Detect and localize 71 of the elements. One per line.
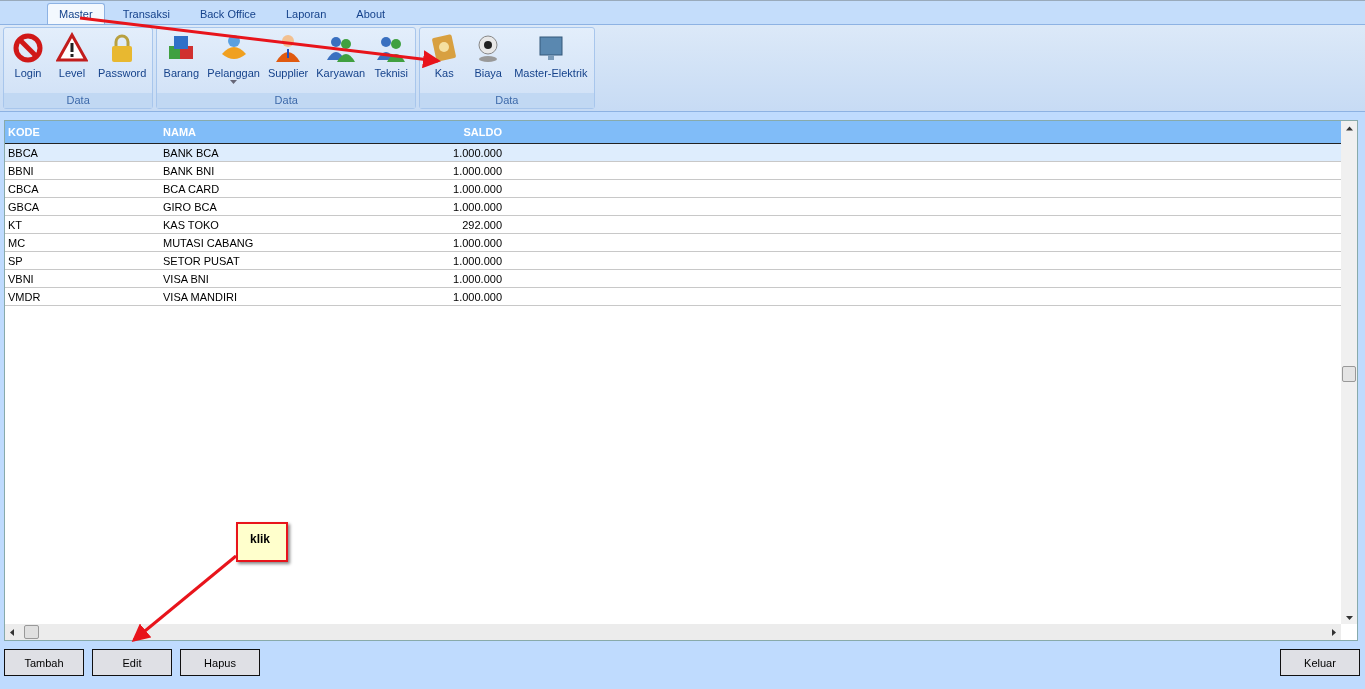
- action-button[interactable]: Edit: [92, 649, 172, 676]
- table-cell-text: KAS TOKO: [162, 218, 220, 231]
- table-cell-text: VBNI: [7, 272, 35, 285]
- table-cell-text: 292.000: [461, 218, 503, 231]
- table-cell-text: 1.000.000: [452, 200, 503, 213]
- table-cell-text: KT: [7, 218, 24, 231]
- table-cell-text: GBCA: [7, 200, 41, 213]
- table-row[interactable]: BBCA BANK BCA 1.000.000: [5, 144, 1341, 162]
- ribbon-button[interactable]: Barang: [159, 31, 204, 93]
- ribbon-button[interactable]: Level: [50, 31, 94, 93]
- table-cell-text: BBNI: [7, 164, 35, 177]
- table-cell-text: SP: [7, 254, 24, 267]
- exit-button[interactable]: Keluar: [1280, 649, 1360, 676]
- menu-tab[interactable]: Transaksi: [110, 3, 182, 24]
- table-cell-text: BCA CARD: [162, 182, 221, 195]
- table-cell-text: BBCA: [7, 146, 39, 159]
- ribbon-button[interactable]: Teknisi: [369, 31, 414, 93]
- group-label: Data: [157, 93, 416, 108]
- scroll-up-icon[interactable]: [1346, 125, 1353, 132]
- table-cell-text: VISA BNI: [162, 272, 210, 285]
- ribbon-button[interactable]: Supplier: [263, 31, 313, 93]
- ribbon-button[interactable]: Master-Elektrik: [510, 31, 592, 93]
- ribbon-button[interactable]: Pelanggan: [203, 31, 264, 93]
- table-cell-text: 1.000.000: [452, 182, 503, 195]
- vertical-scrollbar[interactable]: [1341, 121, 1357, 624]
- table-row[interactable]: GBCA GIRO BCA 1.000.000: [5, 198, 1341, 216]
- table-row[interactable]: BBNI BANK BNI 1.000.000: [5, 162, 1341, 180]
- horizontal-scrollbar[interactable]: [5, 624, 1341, 640]
- ribbon-button[interactable]: Password: [94, 31, 151, 93]
- warning-icon: [56, 32, 88, 64]
- ribbon-button[interactable]: Login: [6, 31, 50, 93]
- table-row[interactable]: VBNI VISA BNI 1.000.000: [5, 270, 1341, 288]
- ribbon-button[interactable]: Biaya: [466, 31, 511, 93]
- table-cell-text: GIRO BCA: [162, 200, 218, 213]
- scroll-right-icon[interactable]: [1332, 629, 1336, 636]
- table-cell-text: CBCA: [7, 182, 40, 195]
- action-button[interactable]: Tambah: [4, 649, 84, 676]
- callout-note: klik: [236, 522, 288, 562]
- table-row[interactable]: CBCA BCA CARD 1.000.000: [5, 180, 1341, 198]
- table-cell-text: BANK BCA: [162, 146, 220, 159]
- table-row[interactable]: VMDR VISA MANDIRI 1.000.000: [5, 288, 1341, 306]
- table-cell-text: VISA MANDIRI: [162, 290, 238, 303]
- table-cell-text: MUTASI CABANG: [162, 236, 255, 249]
- table-cell-text: MC: [7, 236, 27, 249]
- action-button[interactable]: Hapus: [180, 649, 260, 676]
- group-label: Data: [4, 93, 153, 108]
- scroll-left-icon[interactable]: [10, 629, 14, 636]
- table-cell-text: 1.000.000: [452, 254, 503, 267]
- table-cell-text: 1.000.000: [452, 164, 503, 177]
- menu-tab[interactable]: Laporan: [273, 3, 339, 24]
- table-cell-text: 1.000.000: [452, 146, 503, 159]
- no-entry-icon: [12, 32, 44, 64]
- scroll-thumb[interactable]: [1342, 366, 1356, 382]
- table-cell-text: VMDR: [7, 290, 42, 303]
- scroll-down-icon[interactable]: [1346, 616, 1353, 620]
- ribbon-button[interactable]: Karyawan: [312, 31, 370, 93]
- table-cell-text: 1.000.000: [452, 290, 503, 303]
- ribbon-button[interactable]: Kas: [422, 31, 467, 93]
- group-label: Data: [420, 93, 594, 108]
- menu-tab[interactable]: About: [344, 3, 398, 24]
- table-row[interactable]: MC MUTASI CABANG 1.000.000: [5, 234, 1341, 252]
- table-cell-text: BANK BNI: [162, 164, 216, 177]
- table-cell-text: 1.000.000: [452, 272, 503, 285]
- table-cell-text: 1.000.000: [452, 236, 503, 249]
- scroll-thumb[interactable]: [24, 625, 39, 639]
- table-row[interactable]: SP SETOR PUSAT 1.000.000: [5, 252, 1341, 270]
- table-cell-text: SETOR PUSAT: [162, 254, 241, 267]
- menu-tab[interactable]: Back Office: [187, 3, 268, 24]
- caret-icon: [230, 80, 238, 84]
- table-row[interactable]: KT KAS TOKO 292.000: [5, 216, 1341, 234]
- menu-tab[interactable]: Master: [47, 3, 105, 24]
